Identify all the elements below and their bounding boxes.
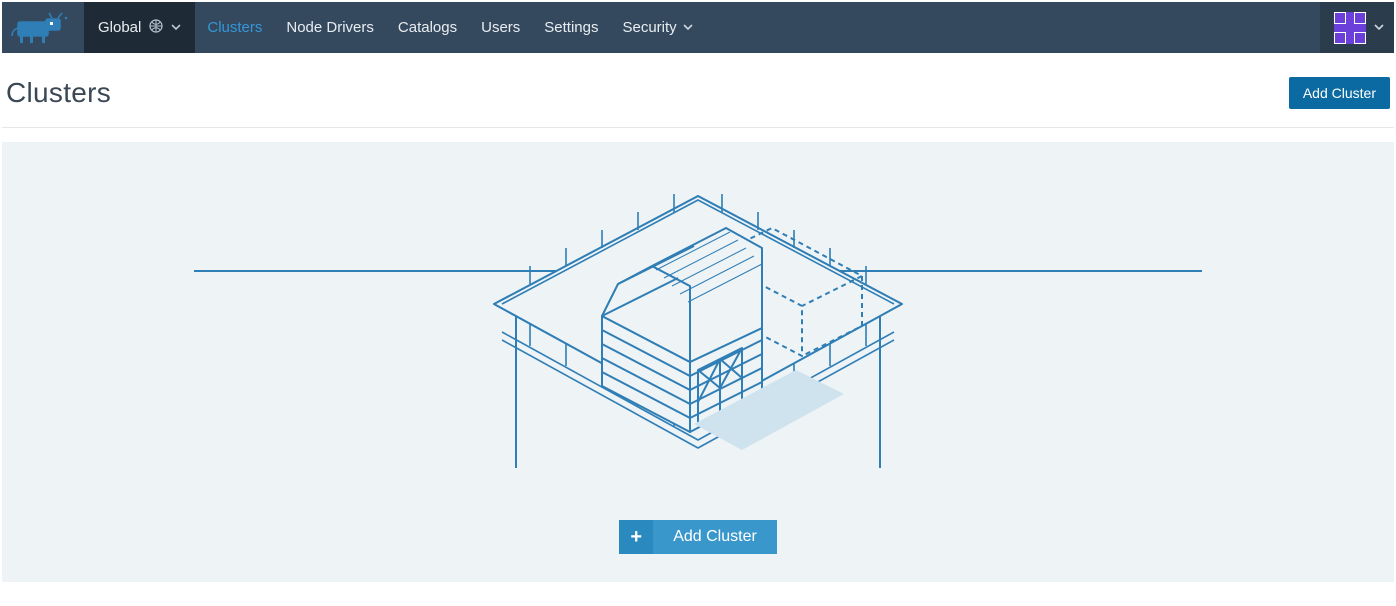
user-avatar-icon <box>1334 12 1366 44</box>
add-cluster-tile-label: Add Cluster <box>653 520 777 554</box>
tab-settings[interactable]: Settings <box>532 2 610 53</box>
page-header: Clusters Add Cluster <box>2 53 1394 128</box>
nav-tabs: Clusters Node Drivers Catalogs Users Set… <box>195 2 704 53</box>
tab-users[interactable]: Users <box>469 2 532 53</box>
tab-label: Clusters <box>207 19 262 36</box>
empty-state-panel: + Add Cluster <box>2 142 1394 582</box>
brand-logo[interactable] <box>2 2 84 53</box>
cow-logo-icon <box>8 10 72 46</box>
top-nav: Global Clusters Node Drivers Catalogs Us… <box>2 2 1394 53</box>
user-menu[interactable] <box>1320 2 1394 53</box>
chevron-down-icon <box>1374 19 1384 37</box>
globe-icon <box>149 19 163 37</box>
scope-label: Global <box>98 19 141 36</box>
tab-label: Users <box>481 19 520 36</box>
tab-label: Security <box>622 19 676 36</box>
tab-catalogs[interactable]: Catalogs <box>386 2 469 53</box>
tab-node-drivers[interactable]: Node Drivers <box>274 2 386 53</box>
barn-fence-icon <box>442 188 954 468</box>
tab-label: Settings <box>544 19 598 36</box>
add-cluster-tile-button[interactable]: + Add Cluster <box>619 520 777 554</box>
chevron-down-icon <box>171 19 181 36</box>
page-title: Clusters <box>6 77 111 109</box>
tab-label: Catalogs <box>398 19 457 36</box>
plus-icon: + <box>619 520 653 554</box>
scope-selector[interactable]: Global <box>84 2 195 53</box>
tab-label: Node Drivers <box>286 19 374 36</box>
tab-security[interactable]: Security <box>610 2 704 53</box>
tab-clusters[interactable]: Clusters <box>195 2 274 53</box>
empty-state-illustration <box>442 188 954 468</box>
chevron-down-icon <box>683 19 693 36</box>
add-cluster-button[interactable]: Add Cluster <box>1289 77 1390 109</box>
